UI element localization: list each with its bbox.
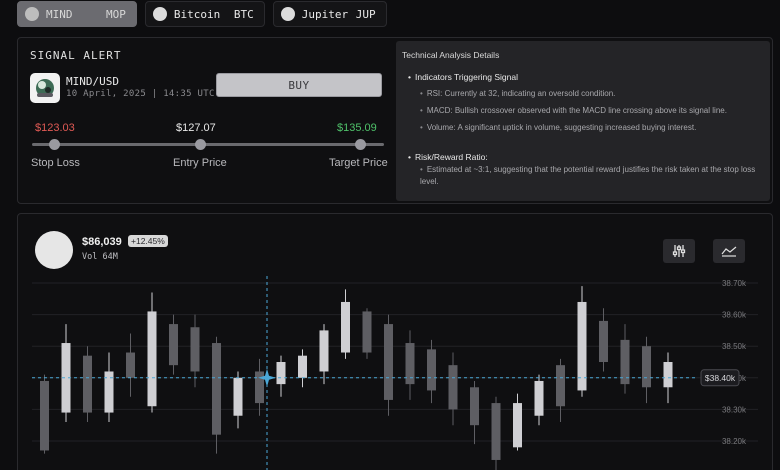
price-range-track: [32, 143, 384, 146]
current-price-label: $38.40k: [705, 373, 736, 383]
candle-body: [341, 301, 350, 353]
entry-price-marker: [195, 139, 206, 150]
tab-symbol: MOP: [106, 7, 126, 21]
target-price-marker: [355, 139, 366, 150]
candle-body: [448, 365, 458, 410]
tab-bitcoin[interactable]: Bitcoin BTC: [144, 1, 265, 27]
indicator-item: Volume: A significant uptick in volume, …: [420, 122, 760, 134]
signal-datetime: 10 April, 2025 | 14:35 UTC: [66, 89, 215, 99]
stop-loss-marker: [49, 139, 60, 150]
signal-alert-panel: SIGNAL ALERT MIND/USD 10 April, 2025 | 1…: [17, 37, 773, 204]
tab-label: Bitcoin: [173, 7, 221, 21]
bitcoin-token-icon: [152, 7, 167, 21]
target-price-value: $135.09: [337, 122, 377, 134]
candle-body: [534, 380, 544, 416]
candle-body: [40, 380, 49, 451]
candle-body: [212, 343, 221, 435]
tab-jupiter[interactable]: Jupiter JUP: [272, 1, 387, 27]
indicators-heading: Indicators Triggering Signal: [408, 72, 518, 82]
pair-name: MIND/USD: [66, 75, 119, 88]
risk-text: Estimated at ~3:1, suggesting that the p…: [420, 164, 760, 187]
entry-price-label: Entry Price: [173, 157, 227, 169]
tab-label: MIND: [46, 7, 73, 21]
buy-button[interactable]: BUY: [216, 73, 382, 97]
indicator-item: MACD: Bullish crossover observed with th…: [420, 105, 760, 117]
stop-loss-label: Stop Loss: [31, 157, 80, 169]
tab-label: Jupiter: [301, 7, 349, 21]
candle-body: [556, 365, 565, 407]
candle-body: [298, 355, 307, 378]
candle-body: [126, 352, 135, 378]
price-chart-panel: $86,039 +12.45% Vol 64M 38.70k 38.60k 38.5…: [17, 213, 773, 470]
candle-body: [169, 324, 178, 366]
candle-body: [599, 320, 608, 362]
candle-body: [276, 362, 286, 385]
tab-mind[interactable]: MIND MOP: [17, 1, 137, 27]
candle-body: [362, 311, 372, 353]
candle-body: [233, 377, 243, 416]
ta-title: Technical Analysis Details: [402, 50, 500, 60]
candle-body: [642, 346, 651, 388]
y-tick-label: 38.60k: [722, 311, 747, 320]
mind-token-icon: [25, 7, 39, 21]
technical-analysis-box: Technical Analysis Details Indicators Tr…: [396, 41, 770, 201]
candle-body: [663, 362, 673, 388]
risk-heading: Risk/Reward Ratio:: [408, 152, 488, 162]
candlestick-chart[interactable]: 38.70k38.60k38.50k38.40k38.30k38.20k$38.…: [18, 214, 773, 470]
candle-body: [470, 387, 479, 426]
candle-body: [384, 324, 393, 400]
token-tabs: MIND MOP Bitcoin BTC Jupiter JUP: [17, 1, 387, 27]
indicator-item: RSI: Currently at 32, indicating an over…: [420, 88, 760, 100]
y-tick-label: 38.50k: [722, 342, 747, 351]
candle-body: [83, 355, 92, 413]
candle-body: [190, 327, 200, 372]
tab-symbol: JUP: [355, 7, 376, 21]
signal-title: SIGNAL ALERT: [30, 49, 122, 62]
target-price-label: Target Price: [329, 157, 388, 169]
tab-symbol: BTC: [233, 7, 254, 21]
candle-body: [319, 330, 329, 372]
entry-price-value: $127.07: [176, 122, 216, 134]
pair-logo-icon: [30, 73, 60, 103]
candle-body: [147, 311, 157, 407]
jupiter-token-icon: [280, 7, 295, 21]
candle-body: [427, 349, 436, 391]
candle-body: [513, 403, 522, 448]
stop-loss-value: $123.03: [35, 122, 75, 134]
candle-body: [577, 301, 587, 391]
y-tick-label: 38.70k: [722, 279, 747, 288]
candle-body: [255, 371, 264, 404]
y-tick-label: 38.20k: [722, 437, 747, 446]
y-tick-label: 38.30k: [722, 405, 747, 414]
candle-body: [491, 403, 501, 460]
